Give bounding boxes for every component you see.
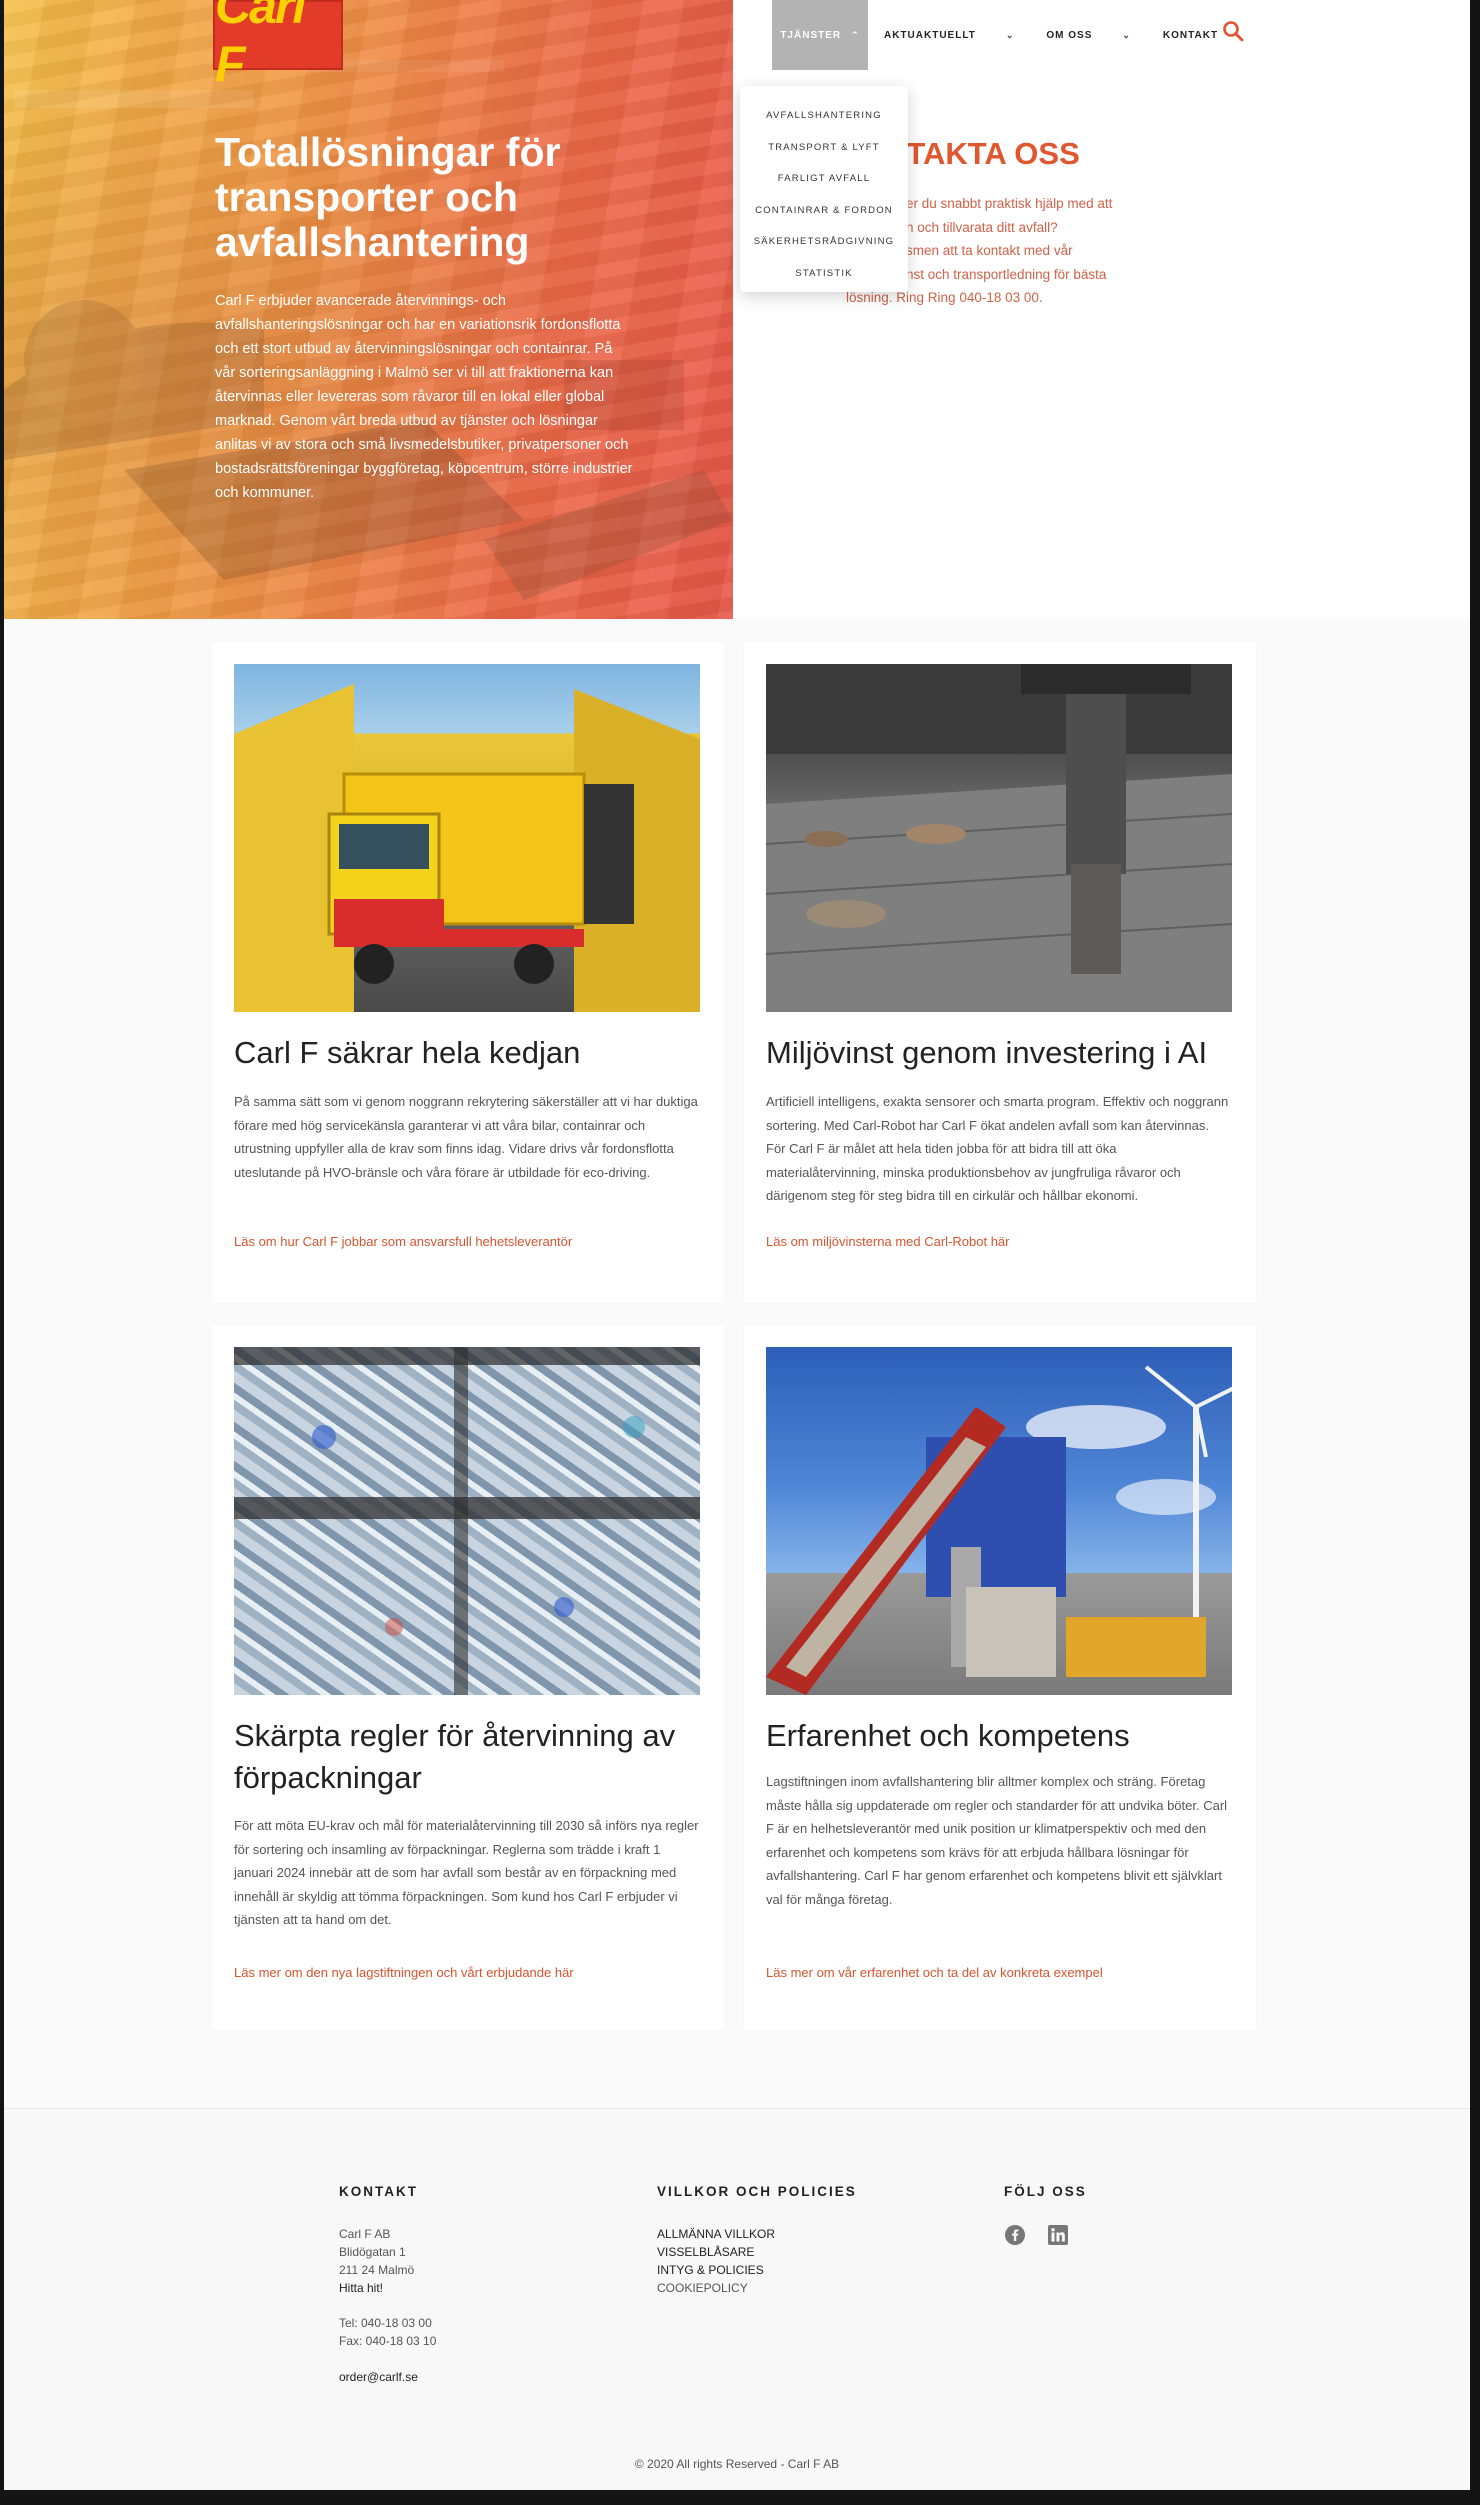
main-navigation: TJÄNSTER ⌃ AKTUAKTUELLT ⌄ OM OSS ⌄ KONTA… <box>772 0 1234 70</box>
footer-company: Carl F AB <box>339 2227 391 2241</box>
card-text: På samma sätt som vi genom noggrann rekr… <box>234 1094 698 1180</box>
hero-section: Carl F Totallösningar för transporter oc… <box>4 0 1470 619</box>
article-card: Erfarenhet och kompetens Lagstiftningen … <box>744 1325 1256 2030</box>
footer-link-allmanna-villkor[interactable]: ALLMÄNNA VILLKOR <box>657 2227 775 2241</box>
footer-link-intyg-policies[interactable]: INTYG & POLICIES <box>657 2263 764 2277</box>
nav-item-tjanster[interactable]: TJÄNSTER ⌃ <box>772 0 868 70</box>
card-title: Miljövinst genom investering i AI <box>766 1035 1208 1070</box>
footer-villkor-heading: VILLKOR OCH POLICIES <box>657 2184 857 2199</box>
hero-background-image: Carl F Totallösningar för transporter oc… <box>4 0 733 619</box>
card-text: För att möta EU-krav och mål för materia… <box>234 1818 699 1927</box>
nav-item-om-oss[interactable]: OM OSS ⌄ <box>1030 0 1147 70</box>
plastic-bottles-photo <box>234 1347 700 1695</box>
footer-kontakt-heading: KONTAKT <box>339 2184 418 2199</box>
facebook-icon[interactable] <box>1004 2224 1026 2246</box>
truck-photo <box>234 664 700 1012</box>
footer-email-link[interactable]: order@carlf.se <box>339 2370 418 2384</box>
dropdown-item-containrar-fordon[interactable]: CONTAINRAR & FORDON <box>740 195 908 227</box>
site-footer <box>4 2108 1470 2490</box>
card-title: Carl F säkrar hela kedjan <box>234 1035 581 1070</box>
dropdown-item-sakerhetsradgivning[interactable]: SÄKERHETSRÅDGIVNING <box>740 226 908 258</box>
card-text: Artificiell intelligens, exakta sensorer… <box>766 1094 1229 1203</box>
sorting-robot-photo <box>766 664 1232 1012</box>
footer-link-cookiepolicy[interactable]: COOKIEPOLICY <box>657 2281 748 2295</box>
card-title: Skärpta regler för återvinning av förpac… <box>234 1718 676 1795</box>
footer-street: Blidögatan 1 <box>339 2245 406 2259</box>
footer-follow-heading: FÖLJ OSS <box>1004 2184 1087 2199</box>
card-read-more-link[interactable]: Läs mer om den nya lagstiftningen och vå… <box>234 1965 574 1980</box>
search-icon[interactable] <box>1222 20 1244 42</box>
page: Carl F Totallösningar för transporter oc… <box>4 0 1470 2490</box>
nav-item-kontakt[interactable]: KONTAKT <box>1147 0 1234 70</box>
card-read-more-link[interactable]: Läs mer om vår erfarenhet och ta del av … <box>766 1965 1103 1980</box>
chevron-up-icon: ⌃ <box>851 29 860 40</box>
window-frame: Carl F Totallösningar för transporter oc… <box>0 0 1480 2505</box>
card-read-more-link[interactable]: Läs om miljövinsterna med Carl-Robot här <box>766 1234 1009 1249</box>
linkedin-icon[interactable] <box>1047 2224 1069 2246</box>
footer-tel: Tel: 040-18 03 00 <box>339 2316 432 2330</box>
footer-find-link[interactable]: Hitta hit! <box>339 2281 383 2295</box>
chevron-down-icon: ⌄ <box>1122 29 1131 40</box>
article-card: Skärpta regler för återvinning av förpac… <box>212 1325 724 2030</box>
nav-item-aktuellt[interactable]: AKTUAKTUELLT ⌄ <box>868 0 1030 70</box>
copyright-text: © 2020 All rights Reserved - Carl F AB <box>634 2457 840 2471</box>
card-text: Lagstiftningen inom avfallshantering bli… <box>766 1774 1228 1907</box>
footer-city: 211 24 Malmö <box>339 2263 415 2277</box>
hero-description: Carl F erbjuder avancerade återvinnings-… <box>215 293 633 501</box>
carl-f-logo[interactable]: Carl F <box>213 0 343 92</box>
footer-link-visselblasare[interactable]: VISSELBLÅSARE <box>657 2245 754 2259</box>
dropdown-item-farligt-avfall[interactable]: FARLIGT AVFALL <box>740 163 908 195</box>
article-card: Carl F säkrar hela kedjan På samma sätt … <box>212 642 724 1303</box>
card-title: Erfarenhet och kompetens <box>766 1718 1130 1753</box>
dropdown-item-transport-lyft[interactable]: TRANSPORT & LYFT <box>740 132 908 164</box>
tjanster-dropdown-menu: AVFALLSHANTERING TRANSPORT & LYFT FARLIG… <box>740 86 908 292</box>
article-card: Miljövinst genom investering i AI Artifi… <box>744 642 1256 1303</box>
dropdown-item-statistik[interactable]: STATISTIK <box>740 258 908 290</box>
contact-heading: NTAKTA OSS <box>884 136 1080 171</box>
hero-title: Totallösningar för transporter och avfal… <box>215 129 561 265</box>
footer-fax: Fax: 040-18 03 10 <box>339 2334 437 2348</box>
card-read-more-link[interactable]: Läs om hur Carl F jobbar som ansvarsfull… <box>234 1234 572 1249</box>
dropdown-item-avfallshantering[interactable]: AVFALLSHANTERING <box>740 100 908 132</box>
recycling-plant-photo <box>766 1347 1232 1695</box>
chevron-down-icon: ⌄ <box>1005 29 1015 40</box>
